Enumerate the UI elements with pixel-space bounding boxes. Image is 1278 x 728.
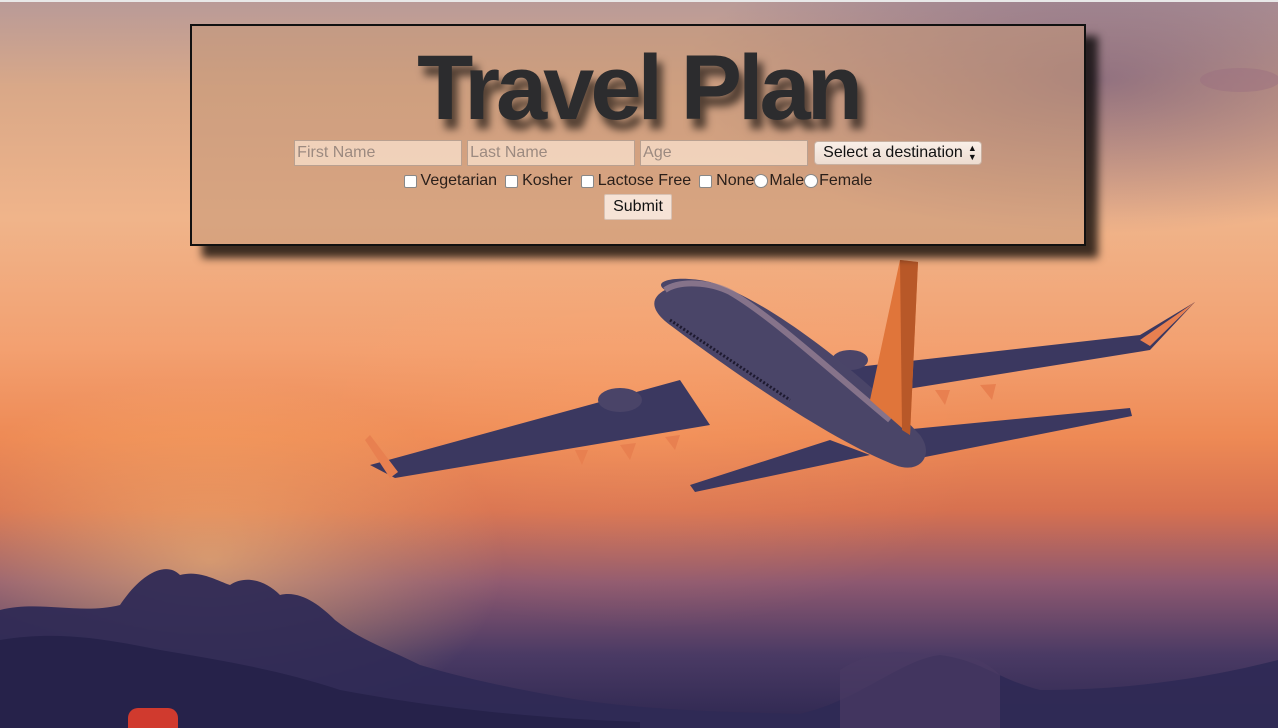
- options-row: Vegetarian Kosher Lactose Free None Male…: [192, 172, 1084, 190]
- last-name-input[interactable]: [467, 140, 636, 166]
- kosher-label: Kosher: [522, 172, 573, 189]
- text-inputs-row: Select a destination ▲▼: [192, 140, 1084, 166]
- travel-form-panel: Travel Plan Select a destination ▲▼ Vege…: [190, 24, 1086, 246]
- male-radio[interactable]: [754, 174, 769, 188]
- first-name-input[interactable]: [294, 140, 463, 166]
- submit-button[interactable]: Submit: [604, 194, 672, 220]
- male-label: Male: [769, 172, 805, 189]
- page-title: Travel Plan: [417, 37, 863, 139]
- vegetarian-checkbox[interactable]: [403, 174, 417, 188]
- none-checkbox[interactable]: [699, 174, 713, 188]
- kosher-checkbox[interactable]: [505, 174, 519, 188]
- none-label: None: [716, 172, 755, 189]
- age-input[interactable]: [640, 140, 809, 166]
- airplane-illustration: [365, 260, 1195, 492]
- red-object: [128, 708, 178, 728]
- destination-select[interactable]: Select a destination ▲ ▼: [814, 141, 982, 165]
- select-arrows-icon: ▲ ▼: [967, 143, 977, 162]
- lactose-free-checkbox[interactable]: [580, 174, 594, 188]
- female-radio[interactable]: [804, 174, 819, 188]
- female-label: Female: [819, 172, 873, 189]
- vegetarian-label: Vegetarian: [420, 172, 498, 189]
- destination-select-value: Select a destination: [823, 144, 963, 161]
- submit-row: Submit: [192, 194, 1084, 220]
- page: Travel Plan Select a destination ▲▼ Vege…: [0, 0, 1278, 728]
- lactose-free-label: Lactose Free: [597, 172, 692, 189]
